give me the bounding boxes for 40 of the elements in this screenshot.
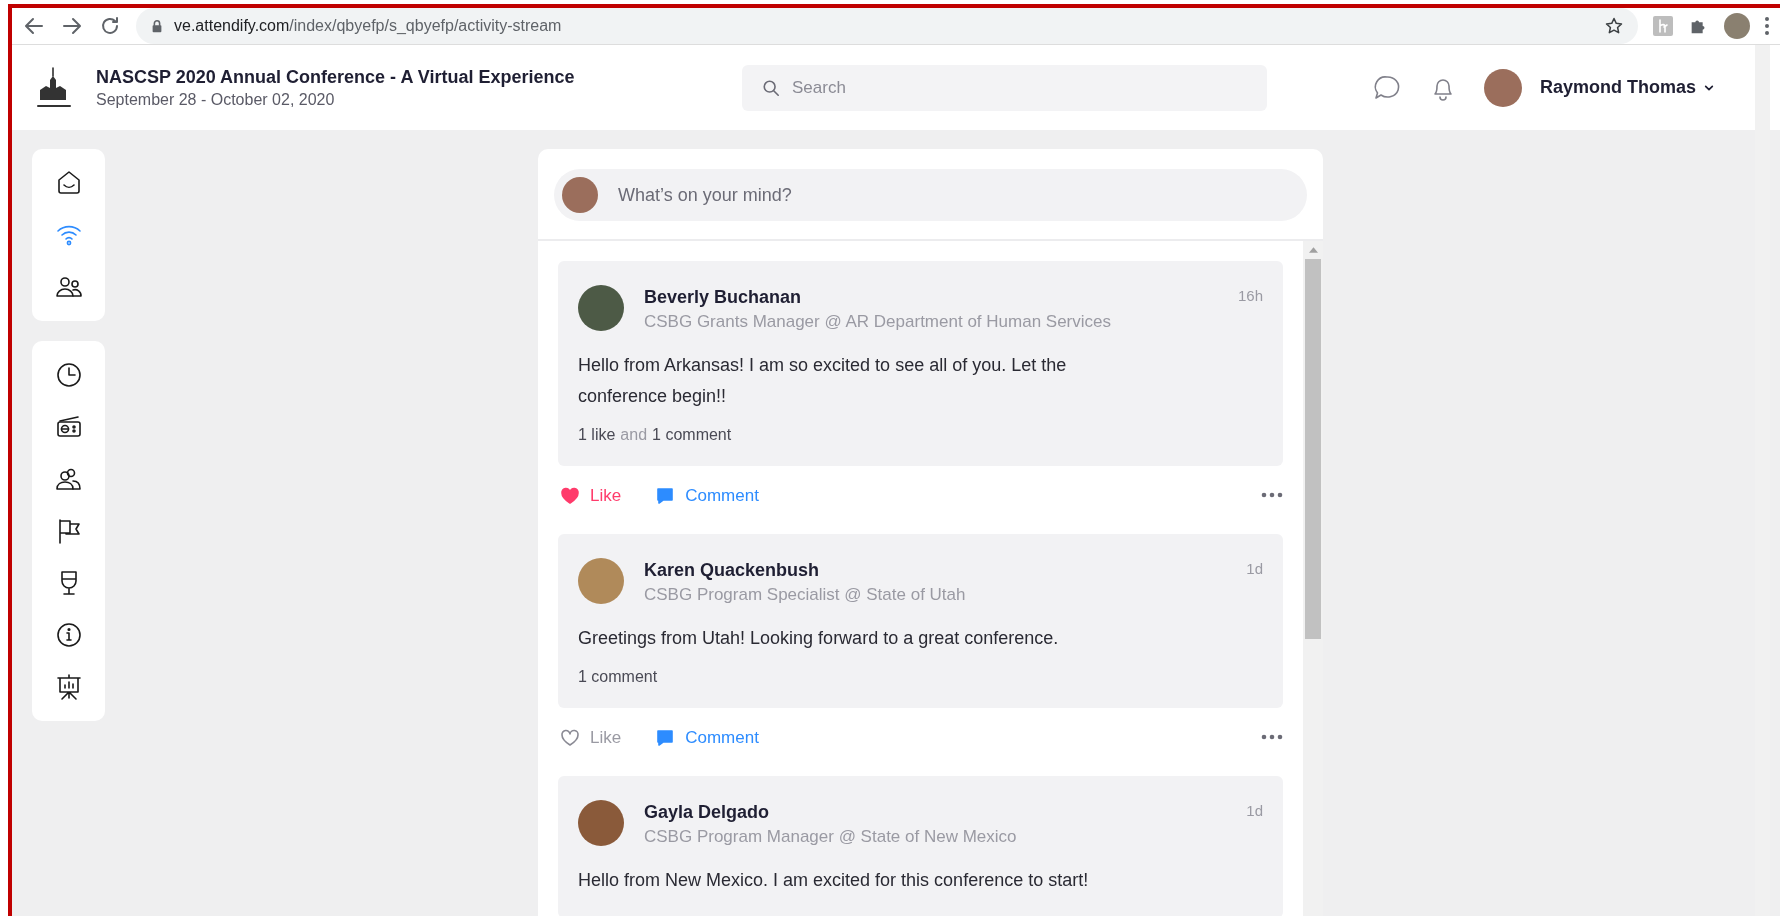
author-name[interactable]: Karen Quackenbush (644, 560, 1227, 581)
heart-icon (560, 486, 580, 506)
search-field[interactable]: Search (742, 64, 1267, 111)
user-menu[interactable]: Raymond Thomas (1533, 76, 1720, 99)
author-role: CSBG Grants Manager @ AR Department of Human Services (644, 312, 1112, 332)
more-dots-icon[interactable] (1261, 492, 1283, 498)
post-stat[interactable]: 1 comment (578, 668, 658, 686)
author-role: CSBG Program Specialist @ State of Utah (644, 585, 967, 605)
lock-icon (150, 19, 164, 33)
post-stat[interactable]: 1 like (578, 426, 616, 444)
stat-joiner: and (620, 426, 648, 444)
post-composer-field[interactable]: What’s on your mind? (554, 169, 1307, 221)
post-text: Hello from New Mexico. I am excited for this conference to start! (578, 869, 1090, 892)
author-avatar[interactable] (578, 800, 624, 846)
author-avatar[interactable] (578, 558, 624, 604)
post-text: Hello from Arkansas! I am so excited to see all of you. Let the conference begin!! (578, 354, 1068, 408)
scroll-thumb[interactable] (1305, 259, 1321, 639)
address-bar[interactable]: ve.attendify.com/index/qbyefp/s_qbyefp/activity-stream (136, 8, 1638, 44)
url-text: ve.attendify.com/index/qbyefp/s_qbyefp/activity-stream (174, 17, 562, 35)
post-time: 1d (1246, 801, 1263, 819)
author-avatar[interactable] (578, 285, 624, 331)
author-name[interactable]: Beverly Buchanan (644, 287, 1218, 308)
author-role: CSBG Program Manager @ State of New Mexico (644, 827, 1018, 847)
speech-bubble-icon (655, 728, 676, 748)
more-vertical-icon[interactable] (1764, 14, 1770, 38)
author-name[interactable]: Gayla Delgado (644, 802, 1227, 823)
more-dots-icon[interactable] (1261, 734, 1283, 740)
heart-icon (560, 728, 580, 748)
star-icon[interactable] (1604, 16, 1624, 36)
post-time: 1d (1246, 559, 1263, 577)
event-title: NASCSP 2020 Annual Conference - A Virtual Experience (96, 66, 576, 88)
event-dates: September 28 - October 02, 2020 (96, 90, 336, 109)
post-text: Greetings from Utah! Looking forward to a great conference. (578, 627, 1060, 650)
speech-bubble-icon (655, 486, 676, 506)
post-time: 16h (1237, 286, 1263, 304)
feed-scrollbar[interactable] (1303, 241, 1323, 916)
user-avatar[interactable] (1483, 68, 1522, 107)
post-stat[interactable]: 1 comment (652, 426, 732, 444)
profile-picture[interactable] (1724, 13, 1750, 39)
chevron-down-icon (1704, 83, 1714, 92)
